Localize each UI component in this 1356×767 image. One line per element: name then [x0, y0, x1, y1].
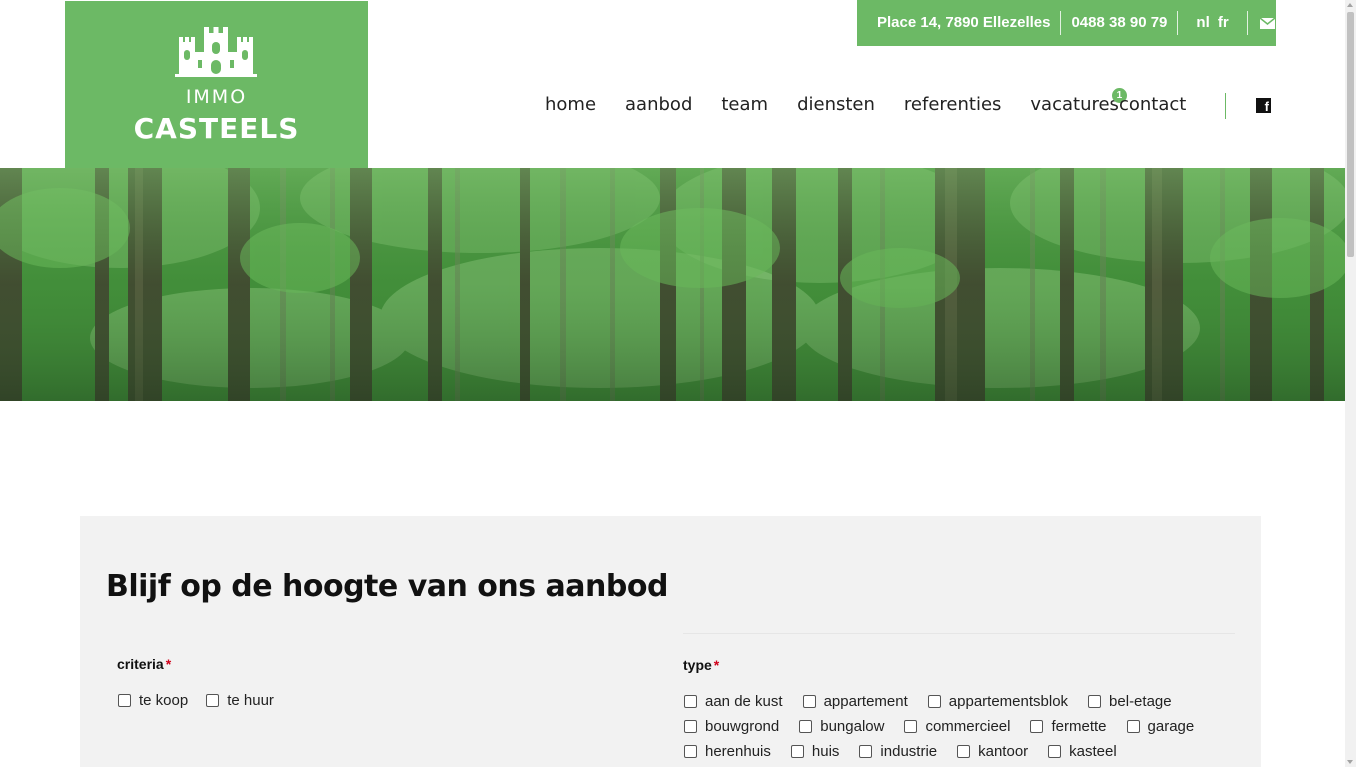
criteria-label-text: criteria	[117, 656, 164, 672]
option-label: appartementsblok	[948, 693, 1069, 710]
divider	[683, 633, 1235, 634]
option-label: te huur	[227, 692, 274, 709]
facebook-icon[interactable]: f	[1256, 98, 1271, 113]
checkbox[interactable]	[684, 720, 697, 733]
option-label: kasteel	[1069, 743, 1117, 760]
criteria-label: criteria *	[117, 656, 171, 672]
nav-team[interactable]: team	[721, 94, 768, 115]
checkbox[interactable]	[1030, 720, 1044, 733]
address-link[interactable]: Place 14, 7890 Ellezelles	[857, 11, 1062, 35]
type-option-fermette[interactable]: fermette	[1030, 718, 1107, 735]
option-label: aan de kust	[705, 693, 783, 710]
option-label: te koop	[139, 692, 189, 709]
checkbox[interactable]	[904, 720, 918, 733]
type-option-garage[interactable]: garage	[1126, 718, 1195, 735]
option-label: commercieel	[925, 718, 1011, 735]
option-label: huis	[811, 743, 840, 760]
type-option-aan-de-kust[interactable]: aan de kust	[684, 693, 783, 710]
checkbox[interactable]	[118, 694, 131, 707]
option-label: herenhuis	[705, 743, 771, 760]
checkbox[interactable]	[957, 745, 971, 758]
nav-divider	[1225, 93, 1226, 119]
nav-home[interactable]: home	[545, 94, 596, 115]
page-scrollbar[interactable]	[1345, 0, 1356, 767]
phone-link[interactable]: 0488 38 90 79	[1061, 11, 1179, 35]
checkbox[interactable]	[927, 695, 941, 708]
criteria-option-te-huur[interactable]: te huur	[206, 692, 274, 709]
mail-link[interactable]	[1248, 11, 1293, 35]
option-label: appartement	[823, 693, 908, 710]
main-navigation: home aanbod team diensten referenties va…	[545, 88, 1186, 115]
nav-vacatures[interactable]: vacatures	[1030, 94, 1119, 115]
option-label: garage	[1147, 718, 1195, 735]
type-options-row-1: aan de kust appartement appartementsblok…	[684, 693, 1172, 710]
option-label: bel-etage	[1109, 693, 1172, 710]
lang-nl-link[interactable]: nl	[1196, 14, 1209, 31]
type-option-bouwgrond[interactable]: bouwgrond	[684, 718, 779, 735]
option-label: fermette	[1051, 718, 1107, 735]
type-label-text: type	[683, 657, 712, 673]
type-option-kasteel[interactable]: kasteel	[1048, 743, 1117, 760]
scroll-down-arrow-icon[interactable]	[1347, 760, 1353, 764]
checkbox[interactable]	[1088, 695, 1102, 708]
required-mark: *	[165, 656, 172, 672]
type-option-appartement[interactable]: appartement	[802, 693, 908, 710]
language-switch: nl fr	[1178, 11, 1248, 35]
nav-diensten[interactable]: diensten	[797, 94, 875, 115]
subscribe-form-panel: Blijf op de hoogte van ons aanbod criter…	[80, 516, 1261, 767]
type-option-bungalow[interactable]: bungalow	[799, 718, 884, 735]
type-options-row-2: bouwgrond bungalow commercieel fermette …	[684, 718, 1194, 735]
checkbox[interactable]	[684, 695, 697, 708]
criteria-options: te koop te huur	[118, 692, 274, 709]
logo-line-immo: IMMO	[185, 86, 248, 108]
castle-icon	[175, 27, 257, 77]
type-option-bel-etage[interactable]: bel-etage	[1088, 693, 1172, 710]
envelope-icon	[1259, 18, 1275, 29]
type-option-kantoor[interactable]: kantoor	[957, 743, 1028, 760]
option-label: bungalow	[820, 718, 885, 735]
type-options-row-3: herenhuis huis industrie kantoor kasteel	[684, 743, 1117, 760]
type-option-herenhuis[interactable]: herenhuis	[684, 743, 771, 760]
checkbox[interactable]	[206, 694, 220, 707]
scroll-up-arrow-icon[interactable]	[1347, 3, 1353, 7]
forest-image	[0, 168, 1345, 401]
checkbox[interactable]	[799, 720, 813, 733]
nav-contact[interactable]: contact	[1119, 94, 1186, 115]
logo-line-casteels: CASTEELS	[133, 112, 300, 145]
checkbox[interactable]	[802, 695, 816, 708]
top-contact-bar: Place 14, 7890 Ellezelles 0488 38 90 79 …	[857, 0, 1276, 46]
required-mark: *	[713, 657, 720, 673]
site-logo[interactable]: IMMO CASTEELS	[65, 1, 368, 168]
scrollbar-thumb[interactable]	[1347, 12, 1354, 257]
nav-referenties[interactable]: referenties	[904, 94, 1002, 115]
checkbox[interactable]	[684, 745, 697, 758]
option-label: industrie	[880, 743, 938, 760]
type-option-commercieel[interactable]: commercieel	[904, 718, 1010, 735]
type-option-industrie[interactable]: industrie	[859, 743, 937, 760]
hero-forest-banner	[0, 168, 1345, 401]
checkbox[interactable]	[1126, 720, 1140, 733]
checkbox[interactable]	[790, 745, 804, 758]
type-label: type *	[683, 657, 719, 673]
type-option-huis[interactable]: huis	[790, 743, 840, 760]
form-title: Blijf op de hoogte van ons aanbod	[106, 569, 668, 604]
option-label: bouwgrond	[705, 718, 780, 735]
nav-vacatures-wrap: vacatures 1	[1030, 88, 1127, 115]
lang-fr-link[interactable]: fr	[1218, 14, 1229, 31]
nav-aanbod[interactable]: aanbod	[625, 94, 692, 115]
option-label: kantoor	[978, 743, 1029, 760]
checkbox[interactable]	[1048, 745, 1062, 758]
type-option-appartementsblok[interactable]: appartementsblok	[927, 693, 1069, 710]
checkbox[interactable]	[859, 745, 873, 758]
criteria-option-te-koop[interactable]: te koop	[118, 692, 188, 709]
